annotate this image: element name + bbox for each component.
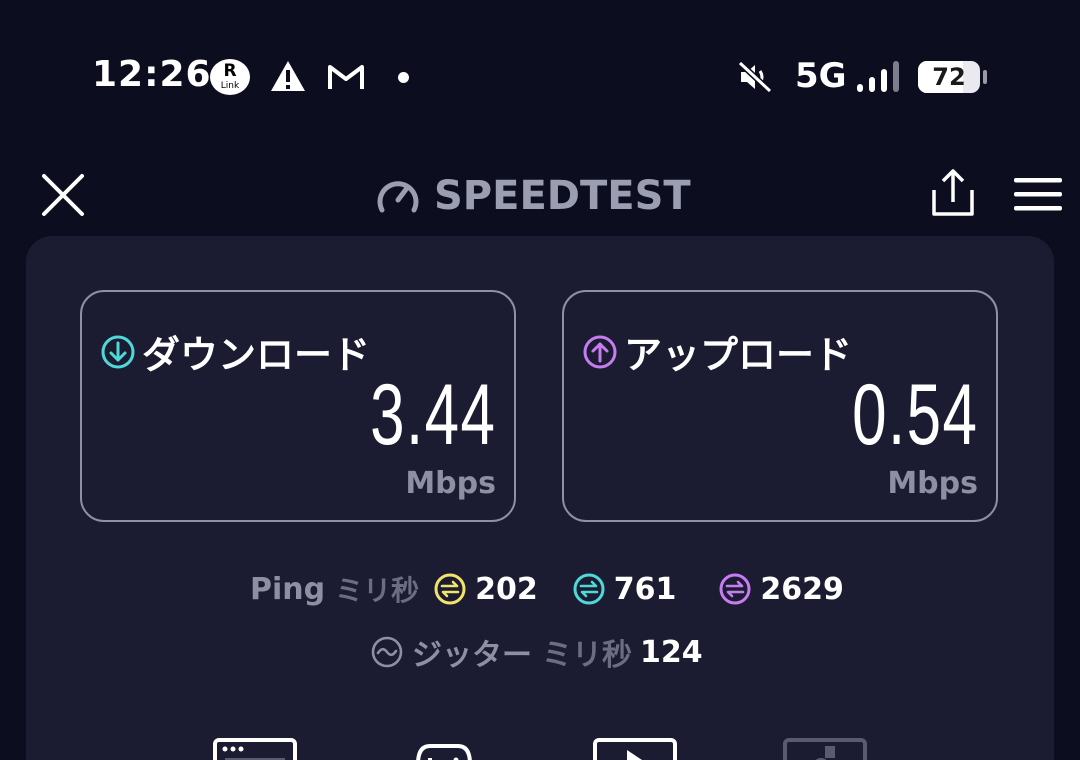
browser-window-icon [222, 746, 285, 760]
download-unit: Mbps [405, 466, 496, 501]
jitter-unit: ミリ秒 [542, 638, 632, 673]
rlink-icon-word: Link [220, 81, 240, 91]
close-button[interactable] [40, 172, 86, 218]
status-time: 12:26 [92, 54, 212, 95]
ping-download: 761 [572, 571, 677, 607]
battery-icon: 72 [918, 61, 980, 93]
signal-icon [857, 61, 899, 92]
ping-unit: ミリ秒 [335, 574, 420, 607]
video-streaming-icon[interactable] [593, 738, 677, 760]
play-icon [627, 750, 642, 760]
ping-idle-value: 202 [475, 571, 538, 607]
share-button[interactable] [928, 168, 978, 218]
app-title: SPEEDTEST [376, 168, 691, 224]
ping-idle: 202 [433, 572, 538, 607]
notification-dot-icon [398, 72, 409, 83]
download-value: 3.44 [369, 367, 496, 463]
jitter-wave-icon [371, 636, 403, 668]
jitter-value: 124 [640, 634, 703, 670]
download-arrow-icon [101, 335, 135, 368]
battery-tip [983, 70, 987, 84]
network-type-label: 5G [795, 56, 847, 96]
upload-label: アップロード [624, 333, 853, 377]
upload-header: アップロード [582, 324, 852, 379]
jitter-row: ジッター ミリ秒 124 [370, 630, 703, 674]
web-browsing-icon[interactable] [213, 738, 297, 760]
ping-label: Ping [250, 571, 326, 607]
mute-icon [737, 60, 773, 94]
video-call-icon[interactable] [783, 738, 867, 760]
ping-row: Ping ミリ秒 202 761 2629 [250, 566, 844, 612]
status-bar: 12:26 R Link 5G 72 [0, 0, 1080, 150]
battery-level: 72 [932, 63, 966, 91]
gaming-controller-icon[interactable] [410, 742, 478, 760]
upload-unit: Mbps [887, 466, 978, 501]
download-header: ダウンロード [100, 324, 370, 379]
warning-icon [271, 61, 305, 91]
jitter-label: ジッター [412, 638, 532, 673]
ping-download-value: 761 [613, 571, 677, 607]
ping-idle-icon [434, 573, 466, 605]
ping-upload-value: 2629 [760, 571, 844, 607]
upload-arrow-icon [583, 335, 617, 368]
ping-upload: 2629 [718, 572, 844, 607]
gmail-icon [328, 65, 364, 89]
page-title: SPEEDTEST [434, 173, 691, 219]
ping-upload-icon [719, 573, 751, 605]
menu-button[interactable] [1012, 174, 1064, 214]
speedtest-screen: 12:26 R Link 5G 72 SPEEDTEST ダウンロード 3.44… [0, 0, 1080, 760]
camera-icon [815, 746, 835, 760]
speedometer-icon [377, 181, 419, 213]
upload-result: アップロード 0.54 Mbps [562, 290, 998, 522]
download-result: ダウンロード 3.44 Mbps [80, 290, 516, 522]
upload-value: 0.54 [851, 367, 978, 463]
rlink-icon: R Link [210, 59, 250, 95]
ping-download-icon [573, 573, 605, 605]
rlink-icon-letter: R [223, 61, 237, 81]
download-label: ダウンロード [142, 333, 371, 377]
